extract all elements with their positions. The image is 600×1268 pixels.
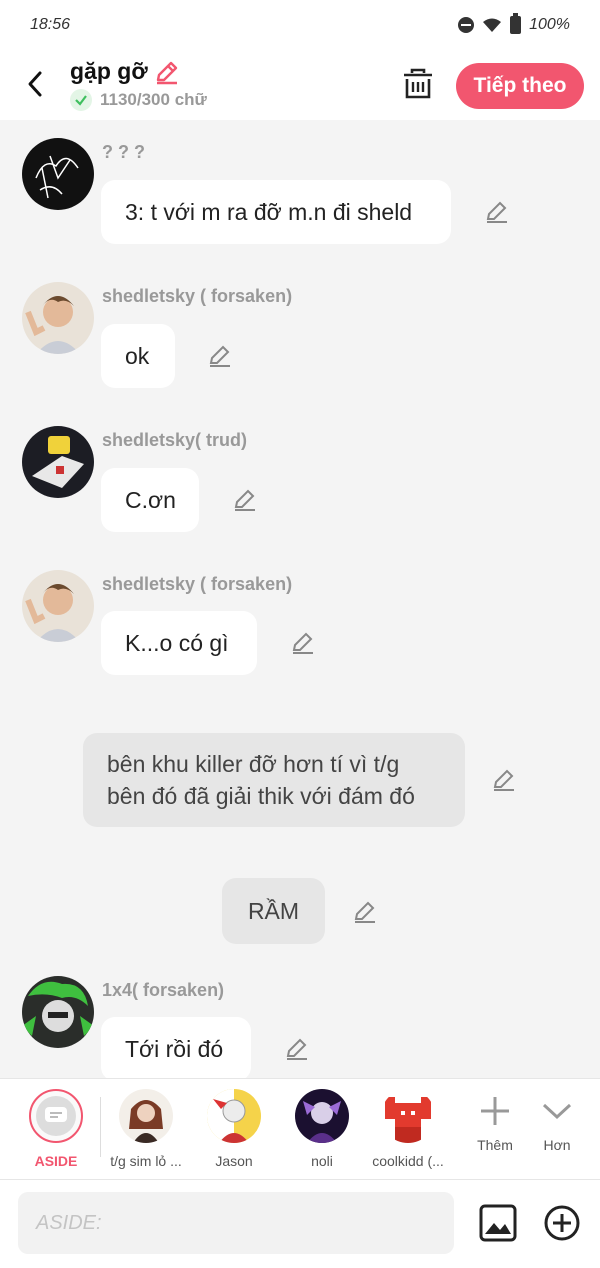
char-count: 1130/300 chữ [100, 90, 207, 109]
edit-message-icon[interactable] [352, 899, 378, 925]
add-button[interactable] [543, 1204, 581, 1242]
character-coolkidd[interactable]: coolkidd (... [363, 1089, 453, 1169]
message-bubble[interactable]: K...o có gì [101, 611, 257, 675]
edit-title-icon[interactable] [154, 59, 180, 85]
sender-name: 1x4( forsaken) [102, 980, 225, 1000]
next-button[interactable]: Tiếp theo [456, 63, 584, 109]
character-name: noli [311, 1153, 333, 1169]
sender-name: shedletsky ( forsaken) [102, 574, 293, 594]
avatar-noli [295, 1089, 349, 1143]
character-name: t/g sim lỏ ... [110, 1153, 182, 1169]
character-jason[interactable]: Jason [189, 1089, 279, 1169]
character-name: coolkidd (... [372, 1153, 444, 1169]
input-bar: ASIDE: [0, 1180, 600, 1268]
image-button[interactable] [478, 1203, 518, 1243]
title-block: gặp gỡ 1130/300 chữ [70, 58, 207, 111]
avatar[interactable] [22, 570, 94, 642]
sender-name: shedletsky( trud) [102, 430, 248, 450]
do-not-disturb-icon [458, 17, 475, 33]
battery-level: 100% [529, 16, 570, 33]
trash-icon [404, 68, 432, 99]
character-noli[interactable]: noli [277, 1089, 367, 1169]
wifi-icon [483, 18, 502, 32]
check-icon [70, 89, 92, 111]
edit-message-icon[interactable] [207, 343, 233, 369]
narration-bubble[interactable]: bên khu killer đỡ hơn tí vì t/g bên đó đ… [83, 733, 465, 827]
character-name: Jason [215, 1153, 253, 1169]
character-name: ASIDE [34, 1153, 78, 1169]
edit-message-icon[interactable] [232, 487, 258, 513]
character-aside[interactable]: ASIDE [11, 1089, 101, 1169]
delete-button[interactable] [400, 66, 436, 102]
message-bubble[interactable]: Tới rồi đó [101, 1017, 251, 1078]
avatar-coolkidd [381, 1089, 435, 1143]
status-bar: 18:56 100% [0, 0, 600, 50]
edit-message-icon[interactable] [284, 1036, 310, 1062]
plus-circle-icon [544, 1205, 580, 1241]
status-icons: 100% [458, 13, 570, 34]
page-title: gặp gỡ [70, 58, 148, 84]
chevron-down-icon [542, 1103, 572, 1120]
message-input[interactable]: ASIDE: [18, 1192, 454, 1254]
back-button[interactable] [20, 64, 50, 104]
header: gặp gỡ 1130/300 chữ Tiếp theo [0, 50, 600, 120]
plus-icon [481, 1097, 509, 1125]
message-bubble[interactable]: 3: t với m ra đỡ m.n đi sheld [101, 180, 451, 244]
sender-name: ? ? ? [102, 142, 145, 162]
back-arrow-icon [28, 71, 42, 97]
edit-message-icon[interactable] [484, 199, 510, 225]
avatar-jason [207, 1089, 261, 1143]
narration-bubble[interactable]: RẦM [222, 878, 325, 944]
avatar[interactable] [22, 282, 94, 354]
message-bubble[interactable]: C.ơn [101, 468, 199, 532]
avatar[interactable] [22, 426, 94, 498]
more-characters-button[interactable]: Hơn [512, 1089, 600, 1153]
edit-message-icon[interactable] [290, 630, 316, 656]
avatar-tg-sim [119, 1089, 173, 1143]
character-bar: ASIDE t/g sim lỏ ... Jason noli coolkidd… [0, 1078, 600, 1180]
avatar[interactable] [22, 138, 94, 210]
more-characters-label: Hơn [543, 1137, 571, 1153]
battery-icon [510, 13, 522, 34]
message-bubble[interactable]: ok [101, 324, 175, 388]
aside-icon [29, 1089, 83, 1143]
image-icon [479, 1204, 517, 1242]
edit-message-icon[interactable] [491, 767, 517, 793]
character-tg-sim[interactable]: t/g sim lỏ ... [101, 1089, 191, 1169]
avatar[interactable] [22, 976, 94, 1048]
chat-area[interactable]: ? ? ? 3: t với m ra đỡ m.n đi sheld shed… [0, 120, 600, 1078]
status-time: 18:56 [30, 16, 71, 33]
sender-name: shedletsky ( forsaken) [102, 286, 293, 306]
